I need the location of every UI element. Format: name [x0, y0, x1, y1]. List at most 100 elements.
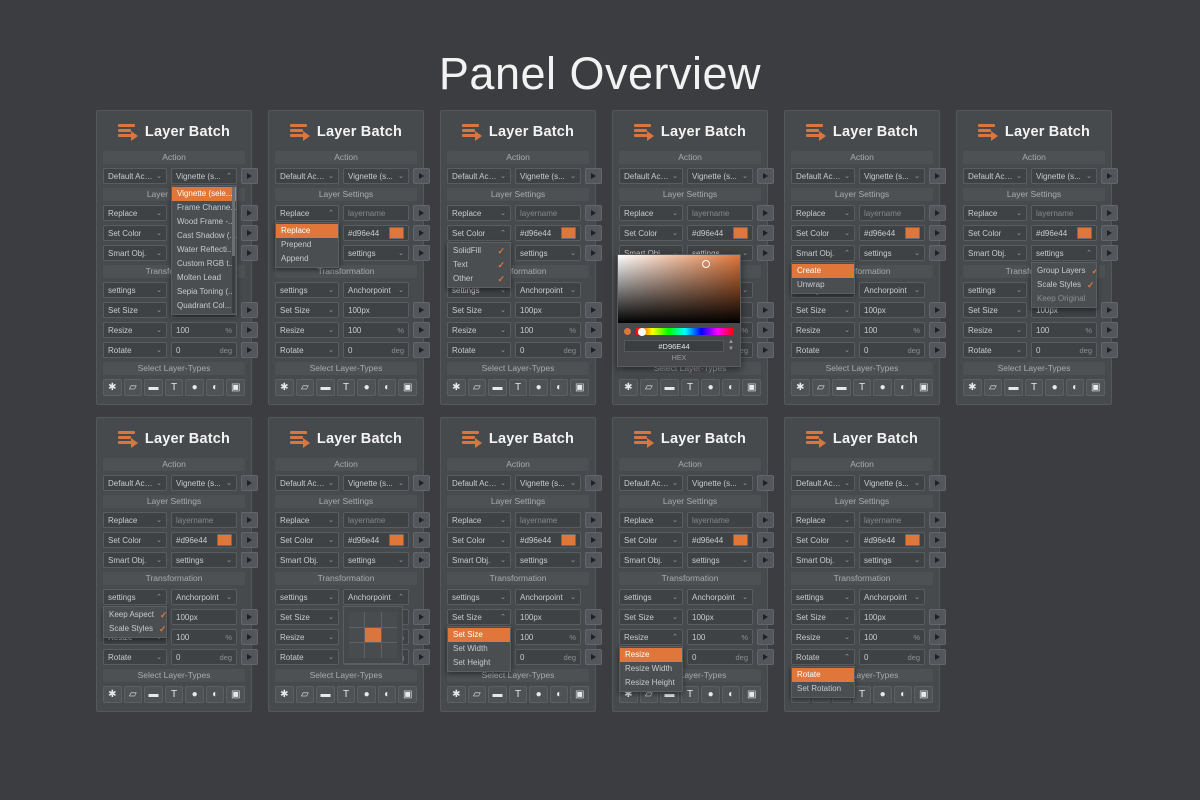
select-action-set[interactable]: Default Act... ⌄	[619, 475, 683, 491]
asterisk-icon[interactable]: ✱	[447, 686, 466, 703]
run-resize-button[interactable]	[929, 629, 946, 645]
run-color-button[interactable]	[585, 532, 602, 548]
select-smart-object-mode[interactable]: Smart Obj. ⌄	[619, 552, 683, 568]
color-swatch[interactable]	[389, 227, 404, 239]
run-color-button[interactable]	[413, 225, 430, 241]
adjustment-layer-icon[interactable]: ◐	[549, 379, 569, 396]
input-hex-color[interactable]: #d96e44	[515, 532, 581, 548]
select-anchorpoint[interactable]: Anchorpoint ⌄	[171, 589, 237, 605]
run-rotate-button[interactable]	[757, 649, 774, 665]
pixel-layer-icon[interactable]: ●	[873, 686, 892, 703]
select-size-mode[interactable]: Set Size ⌄	[275, 302, 339, 318]
run-color-button[interactable]	[929, 225, 946, 241]
run-size-button[interactable]	[757, 609, 774, 625]
run-color-button[interactable]	[757, 532, 774, 548]
select-size-mode[interactable]: Set Size ⌄	[963, 302, 1027, 318]
select-action-set[interactable]: Default Act... ⌄	[619, 168, 683, 184]
select-rename-mode[interactable]: Replace ⌄	[447, 205, 511, 221]
select-smart-object-settings[interactable]: settings ⌄	[171, 552, 237, 568]
pixel-layer-icon[interactable]: ●	[1045, 379, 1064, 396]
input-layername[interactable]: layername	[171, 512, 237, 528]
select-resize-mode[interactable]: Resize ⌄	[275, 629, 339, 645]
dropdown-item[interactable]: Replace	[276, 224, 338, 238]
shape-layer-icon[interactable]: ▱	[295, 686, 315, 703]
color-swatch[interactable]	[905, 227, 920, 239]
text-layer-icon[interactable]: T	[336, 686, 356, 703]
select-anchorpoint[interactable]: Anchorpoint ⌄	[343, 282, 409, 298]
anchorpoint-cell[interactable]	[349, 612, 365, 627]
pixel-layer-icon[interactable]: ●	[529, 379, 548, 396]
color-swatch[interactable]	[561, 227, 576, 239]
run-rename-button[interactable]	[585, 205, 602, 221]
pixel-layer-icon[interactable]: ●	[701, 379, 720, 396]
stepper-icon[interactable]: ▲ ▼	[728, 339, 734, 352]
select-action-set[interactable]: Default Act... ⌄	[447, 168, 511, 184]
dropdown-item[interactable]: Rotate	[792, 668, 854, 682]
smart-object-icon[interactable]: ▣	[742, 379, 762, 396]
anchorpoint-cell[interactable]	[365, 643, 381, 658]
shape-layer-icon[interactable]: ▱	[467, 686, 487, 703]
text-layer-icon[interactable]: T	[680, 379, 700, 396]
color-picker-popup[interactable]: #D96E44 ▲ ▼ HEX	[617, 254, 741, 367]
asterisk-icon[interactable]: ✱	[963, 379, 982, 396]
select-anchorpoint[interactable]: Anchorpoint ⌄	[859, 282, 925, 298]
select-smart-object-settings[interactable]: settings ⌃	[1031, 245, 1097, 261]
run-action-button[interactable]	[585, 475, 602, 491]
select-anchorpoint[interactable]: Anchorpoint ⌄	[515, 282, 581, 298]
adjustment-layer-icon[interactable]: ◐	[205, 686, 225, 703]
dropdown-item[interactable]: Resize Width	[620, 662, 682, 676]
input-layername[interactable]: layername	[687, 205, 753, 221]
color-swatch[interactable]	[389, 534, 404, 546]
run-action-button[interactable]	[241, 475, 258, 491]
pixel-layer-icon[interactable]: ●	[701, 686, 720, 703]
shape-layer-icon[interactable]: ▱	[639, 379, 659, 396]
select-smart-object-settings[interactable]: settings ⌄	[859, 552, 925, 568]
color-swatch[interactable]	[733, 227, 748, 239]
smart-object-icon[interactable]: ▣	[398, 379, 418, 396]
adjustment-layer-icon[interactable]: ◐	[549, 686, 569, 703]
run-rename-button[interactable]	[413, 512, 430, 528]
run-rotate-button[interactable]	[929, 649, 946, 665]
dropdown-item[interactable]: Keep Original	[1032, 292, 1096, 306]
input-rotate[interactable]: 0 deg	[515, 342, 581, 358]
run-smart-object-button[interactable]	[585, 245, 602, 261]
run-size-button[interactable]	[929, 302, 946, 318]
select-resize-mode[interactable]: Resize ⌄	[275, 322, 339, 338]
run-action-button[interactable]	[757, 168, 774, 184]
input-hex-color[interactable]: #d96e44	[859, 532, 925, 548]
select-rename-mode[interactable]: Replace ⌄	[103, 512, 167, 528]
asterisk-icon[interactable]: ✱	[791, 379, 810, 396]
shape-layer-icon[interactable]: ▱	[295, 379, 315, 396]
select-action[interactable]: Vignette (s... ⌄	[687, 475, 753, 491]
run-smart-object-button[interactable]	[241, 552, 258, 568]
run-size-button[interactable]	[241, 302, 258, 318]
select-rename-mode[interactable]: Replace ⌄	[963, 205, 1027, 221]
select-action[interactable]: Vignette (s... ⌃	[171, 168, 237, 184]
run-resize-button[interactable]	[413, 629, 430, 645]
run-size-button[interactable]	[757, 302, 774, 318]
dropdown-item[interactable]: Resize Height	[620, 676, 682, 690]
select-action[interactable]: Vignette (s... ⌄	[859, 475, 925, 491]
dropdown-item[interactable]: Resize	[620, 648, 682, 662]
dropdown-item[interactable]: Text ✓	[448, 258, 510, 272]
run-color-button[interactable]	[241, 532, 258, 548]
run-smart-object-button[interactable]	[241, 245, 258, 261]
run-action-button[interactable]	[757, 475, 774, 491]
select-transform-settings[interactable]: settings ⌄	[791, 589, 855, 605]
folder-icon[interactable]: ▬	[316, 379, 335, 396]
input-hex-color[interactable]: #d96e44	[1031, 225, 1097, 241]
run-rename-button[interactable]	[413, 205, 430, 221]
asterisk-icon[interactable]: ✱	[619, 379, 638, 396]
dropdown-item[interactable]: Frame Channe...	[172, 201, 236, 215]
input-hex-color[interactable]: #d96e44	[687, 532, 753, 548]
input-resize[interactable]: 100%	[171, 629, 237, 645]
dropdown-item[interactable]: Set Rotation	[792, 682, 854, 696]
dropdown-scrollbar-thumb[interactable]	[232, 187, 235, 257]
pixel-layer-icon[interactable]: ●	[185, 686, 204, 703]
select-resize-mode[interactable]: Resize ⌄	[103, 322, 167, 338]
pixel-layer-icon[interactable]: ●	[357, 686, 376, 703]
dropdown-item[interactable]: Sepia Toning (...	[172, 285, 236, 299]
anchorpoint-cell[interactable]	[365, 612, 381, 627]
select-smart-object-mode[interactable]: Smart Obj. ⌄	[103, 245, 167, 261]
stepper-up-icon[interactable]: ▲	[728, 339, 734, 345]
